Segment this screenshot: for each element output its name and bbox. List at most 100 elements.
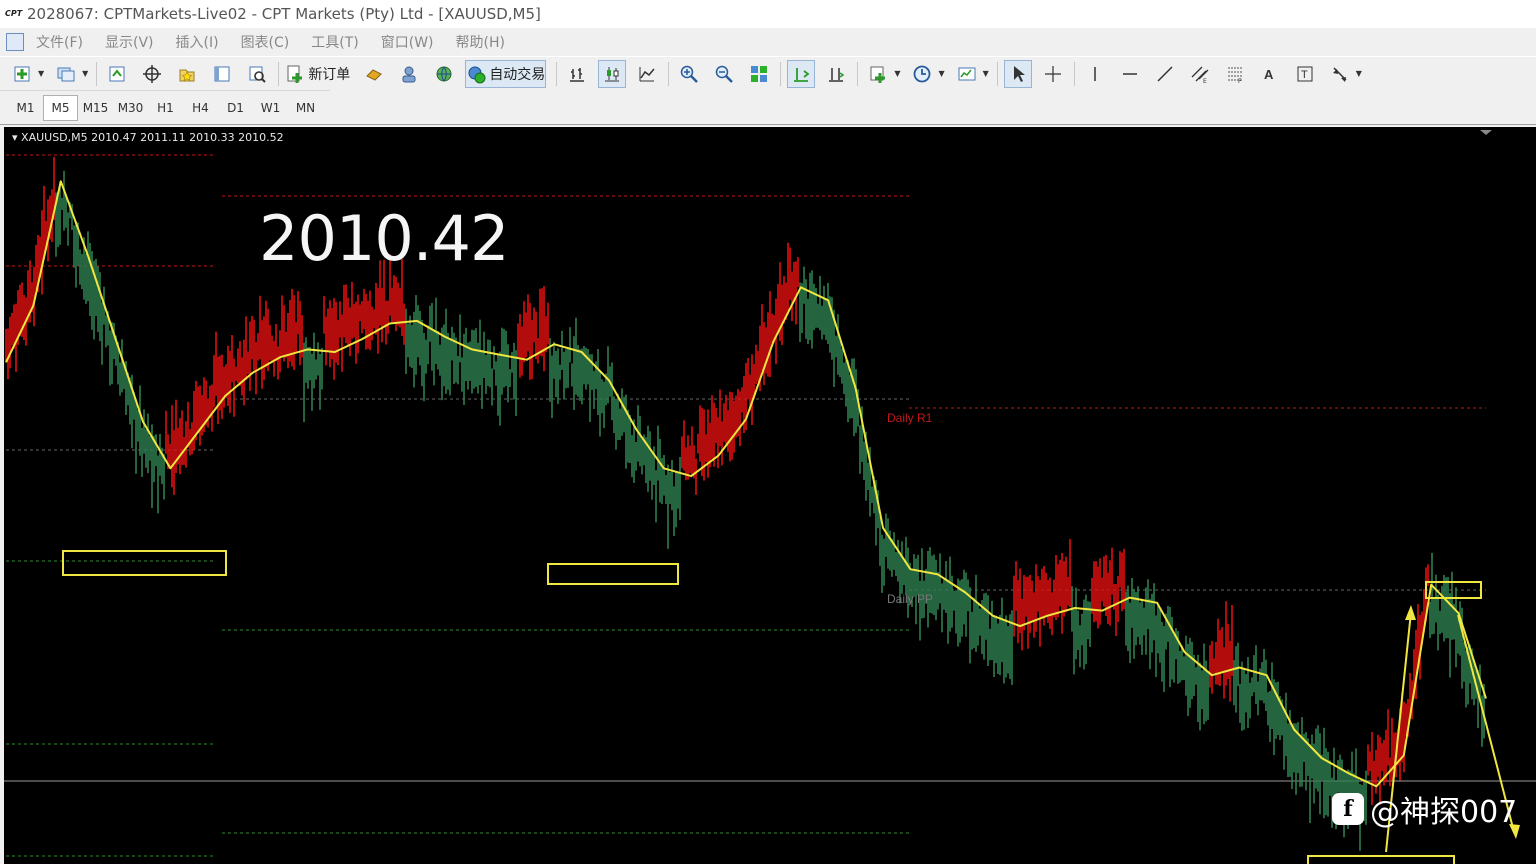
title-bar: CPT 2028067: CPTMarkets-Live02 - CPT Mar… [0, 0, 1536, 28]
text-label-icon: T [1297, 66, 1313, 81]
strategy-tester-button[interactable] [243, 60, 271, 88]
strategy-tester-icon [249, 66, 267, 83]
document-icon[interactable] [6, 33, 24, 51]
chart-canvas[interactable] [4, 127, 1536, 864]
signals-user-icon [402, 66, 416, 82]
menu-window[interactable]: 窗口(W) [381, 32, 434, 52]
text-button[interactable]: A [1256, 60, 1284, 88]
cursor-button[interactable] [1003, 59, 1032, 88]
data-window-button[interactable] [138, 60, 166, 88]
signals-button[interactable] [395, 60, 423, 88]
window-title: 2028067: CPTMarkets-Live02 - CPT Markets… [27, 5, 541, 23]
trendline-button[interactable] [1151, 60, 1179, 88]
platform-logo-icon: f [1332, 793, 1364, 825]
menu-charts[interactable]: 图表(C) [241, 32, 290, 52]
timeframe-w1[interactable]: W1 [253, 95, 288, 121]
timeframe-d1[interactable]: D1 [218, 95, 253, 121]
crosshair-button[interactable] [1039, 60, 1067, 88]
toolbar-separator [780, 61, 782, 86]
zoom-in-button[interactable] [675, 60, 703, 88]
crosshair-icon [1044, 65, 1061, 82]
crosshair-target-icon [143, 64, 162, 83]
templates-button[interactable] [953, 60, 981, 88]
indicators-button[interactable] [864, 60, 892, 88]
chevron-down-icon[interactable]: ▼ [82, 69, 88, 78]
svg-text:A: A [1264, 67, 1274, 82]
chart-shift-button[interactable] [822, 60, 850, 88]
market-button[interactable] [430, 60, 458, 88]
timeframe-m30[interactable]: M30 [113, 95, 148, 121]
chevron-down-icon[interactable]: ▼ [938, 69, 944, 78]
auto-scroll-button[interactable] [787, 59, 816, 88]
chart-scroll-marker-icon [1480, 130, 1492, 135]
templates-icon [958, 67, 976, 80]
clock-icon [914, 65, 931, 82]
tile-windows-button[interactable] [745, 60, 773, 88]
auto-trading-button[interactable]: 自动交易 [465, 59, 547, 88]
vertical-line-icon [1094, 66, 1096, 81]
candlestick-chart-button[interactable] [598, 59, 627, 88]
highlight-box [547, 563, 679, 585]
chevron-down-icon[interactable]: ▼ [38, 69, 44, 78]
timeframe-m1[interactable]: M1 [8, 95, 43, 121]
daily-r1-label: Daily R1 [887, 411, 933, 425]
svg-text:T: T [1301, 69, 1308, 81]
auto-trading-icon [468, 66, 486, 83]
timeframe-m15[interactable]: M15 [78, 95, 113, 121]
vertical-line-button[interactable] [1081, 60, 1109, 88]
text-label-button[interactable]: T [1291, 60, 1319, 88]
timeframes-bar: M1 M5 M15 M30 H1 H4 D1 W1 MN [0, 90, 330, 124]
trendline-icon [1157, 65, 1173, 82]
collapse-triangle-icon[interactable]: ▾ [12, 131, 18, 144]
market-watch-icon [109, 66, 125, 81]
bar-chart-button[interactable] [563, 60, 591, 88]
horizontal-line-button[interactable] [1116, 60, 1144, 88]
timeframe-h4[interactable]: H4 [183, 95, 218, 121]
globe-icon [436, 66, 452, 81]
highlight-box [1425, 581, 1482, 599]
toolbar-separator [278, 61, 280, 86]
highlight-box [62, 550, 227, 576]
auto-scroll-icon [794, 67, 810, 82]
zoom-out-button[interactable] [710, 60, 738, 88]
terminal-button[interactable] [208, 60, 236, 88]
periods-button[interactable] [908, 60, 936, 88]
navigator-button[interactable] [173, 60, 201, 88]
arrows-button[interactable] [1326, 60, 1354, 88]
toolbar-separator [668, 61, 670, 86]
toolbar: ▼ ▼ 新订单 自动交易 ▼ ▼ ▼ E F A T ▼ [0, 56, 1536, 90]
menu-help[interactable]: 帮助(H) [456, 32, 505, 52]
star-folder-icon [179, 69, 195, 81]
menu-file[interactable]: 文件(F) [36, 32, 83, 52]
bar-chart-icon [570, 67, 585, 82]
equidistant-channel-button[interactable]: E [1186, 60, 1214, 88]
new-chart-button[interactable] [8, 60, 36, 88]
app-logo-icon: CPT [5, 9, 23, 18]
arrows-icon [1332, 66, 1347, 82]
annotations [62, 550, 1520, 864]
new-order-button[interactable]: 新订单 [285, 60, 350, 88]
menu-view[interactable]: 显示(V) [105, 32, 154, 52]
chevron-down-icon[interactable]: ▼ [1356, 69, 1362, 78]
profiles-button[interactable] [52, 60, 80, 88]
expert-editor-button[interactable] [360, 60, 388, 88]
menu-tools[interactable]: 工具(T) [311, 32, 358, 52]
timeframe-h1[interactable]: H1 [148, 95, 183, 121]
menu-bar: 文件(F) 显示(V) 插入(I) 图表(C) 工具(T) 窗口(W) 帮助(H… [0, 28, 1536, 56]
price-chart[interactable]: ▾ XAUUSD,M5 2010.47 2011.11 2010.33 2010… [4, 127, 1536, 864]
market-watch-button[interactable] [103, 60, 131, 88]
line-chart-button[interactable] [633, 60, 661, 88]
chevron-down-icon[interactable]: ▼ [894, 69, 900, 78]
terminal-window-icon [214, 66, 230, 81]
fibonacci-button[interactable]: F [1221, 60, 1249, 88]
chevron-down-icon[interactable]: ▼ [983, 69, 989, 78]
timeframe-mn[interactable]: MN [288, 95, 323, 121]
fibonacci-icon: F [1227, 67, 1242, 84]
timeframe-m5[interactable]: M5 [43, 94, 78, 121]
line-chart-icon [639, 66, 655, 81]
toolbar-separator [857, 61, 859, 86]
watermark-text: @神探007 [1370, 795, 1518, 830]
menu-insert[interactable]: 插入(I) [176, 32, 219, 52]
candlestick-icon [605, 66, 620, 81]
current-price-display: 2010.42 [259, 202, 509, 275]
